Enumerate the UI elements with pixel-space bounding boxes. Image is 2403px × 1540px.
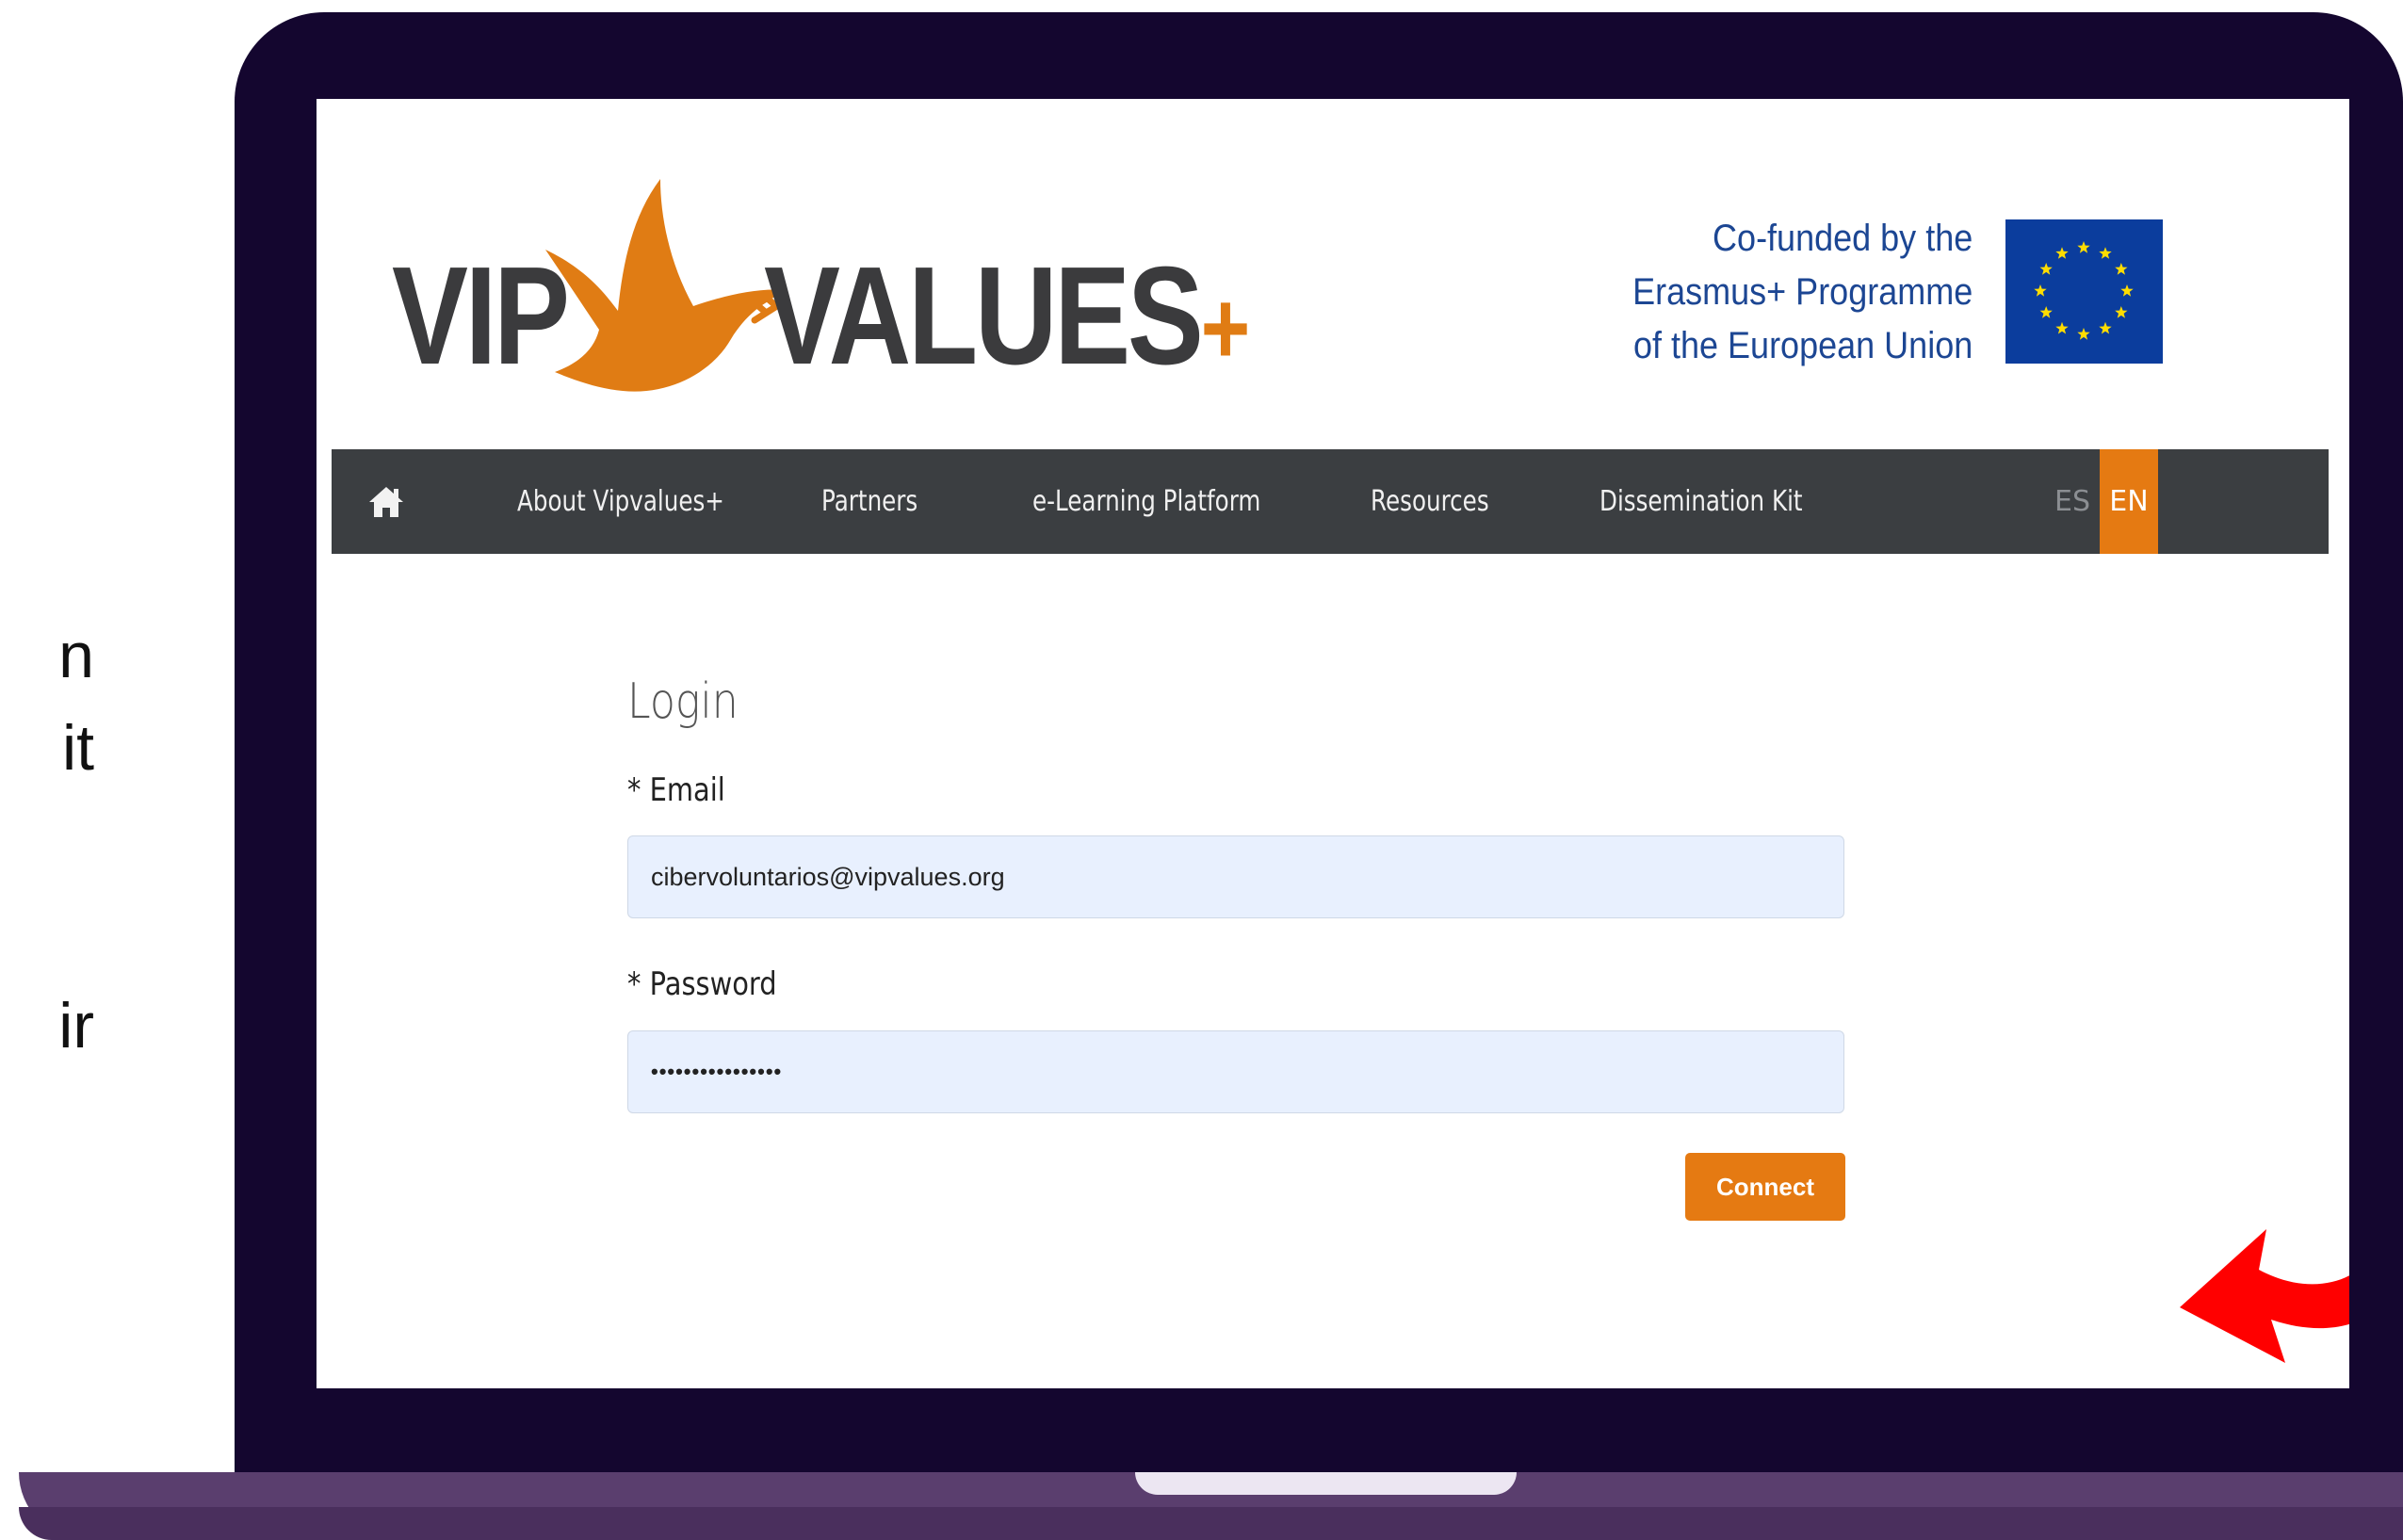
laptop-screen: VIP VALUES+ Co-funded by the Erasmus+ Pr… (317, 99, 2349, 1388)
eu-stars (2034, 241, 2134, 340)
nav-elearning-platform[interactable]: e-Learning Platform (1032, 449, 1260, 554)
password-field[interactable] (627, 1030, 1844, 1113)
eu-star (2039, 306, 2053, 318)
eu-flag (2005, 219, 2163, 364)
lang-en[interactable]: EN (2100, 449, 2158, 554)
side-caption-line-2: it (62, 712, 94, 784)
eu-star (2120, 284, 2134, 297)
connect-button[interactable]: Connect (1685, 1153, 1845, 1221)
login-title: Login (627, 673, 739, 730)
eu-funding-text: Co-funded by the Erasmus+ Programme of t… (1632, 212, 1973, 373)
nav-dissemination-kit[interactable]: Dissemination Kit (1599, 449, 1803, 554)
eu-star (2077, 241, 2090, 253)
side-caption-line-1: n (58, 620, 94, 691)
email-label: * Email (627, 771, 725, 809)
nav-about[interactable]: About Vipvalues+ (517, 449, 724, 554)
eu-star (2055, 247, 2069, 259)
password-label: * Password (627, 965, 777, 1003)
eu-star (2039, 263, 2053, 275)
eu-line-2: Erasmus+ Programme (1632, 271, 1973, 313)
eu-line-3: of the European Union (1632, 325, 1973, 366)
side-caption-line-3: ir (58, 990, 94, 1062)
logo-text-values: VALUES+ (764, 247, 1251, 386)
logo-values-word: VALUES (764, 238, 1204, 394)
vipvalues-logo[interactable]: VIP VALUES+ (392, 179, 1250, 396)
red-arrow-icon (2180, 1229, 2349, 1363)
eu-star (2034, 284, 2047, 297)
laptop-base-shade (19, 1507, 2403, 1540)
eu-star (2099, 321, 2112, 334)
nav-resources[interactable]: Resources (1371, 449, 1489, 554)
eu-star (2115, 306, 2128, 318)
nav-partners[interactable]: Partners (821, 449, 917, 554)
eu-star (2055, 321, 2069, 334)
logo-plus-sign: + (1200, 270, 1251, 386)
eu-star (2077, 328, 2090, 340)
laptop-notch (1135, 1472, 1517, 1495)
eu-star (2099, 247, 2112, 259)
home-icon[interactable] (367, 483, 405, 521)
eu-star (2115, 263, 2128, 275)
main-navbar: About Vipvalues+ Partners e-Learning Pla… (332, 449, 2329, 554)
lang-es[interactable]: ES (2046, 449, 2099, 554)
eu-line-1: Co-funded by the (1712, 218, 1973, 259)
email-field[interactable] (627, 835, 1844, 918)
